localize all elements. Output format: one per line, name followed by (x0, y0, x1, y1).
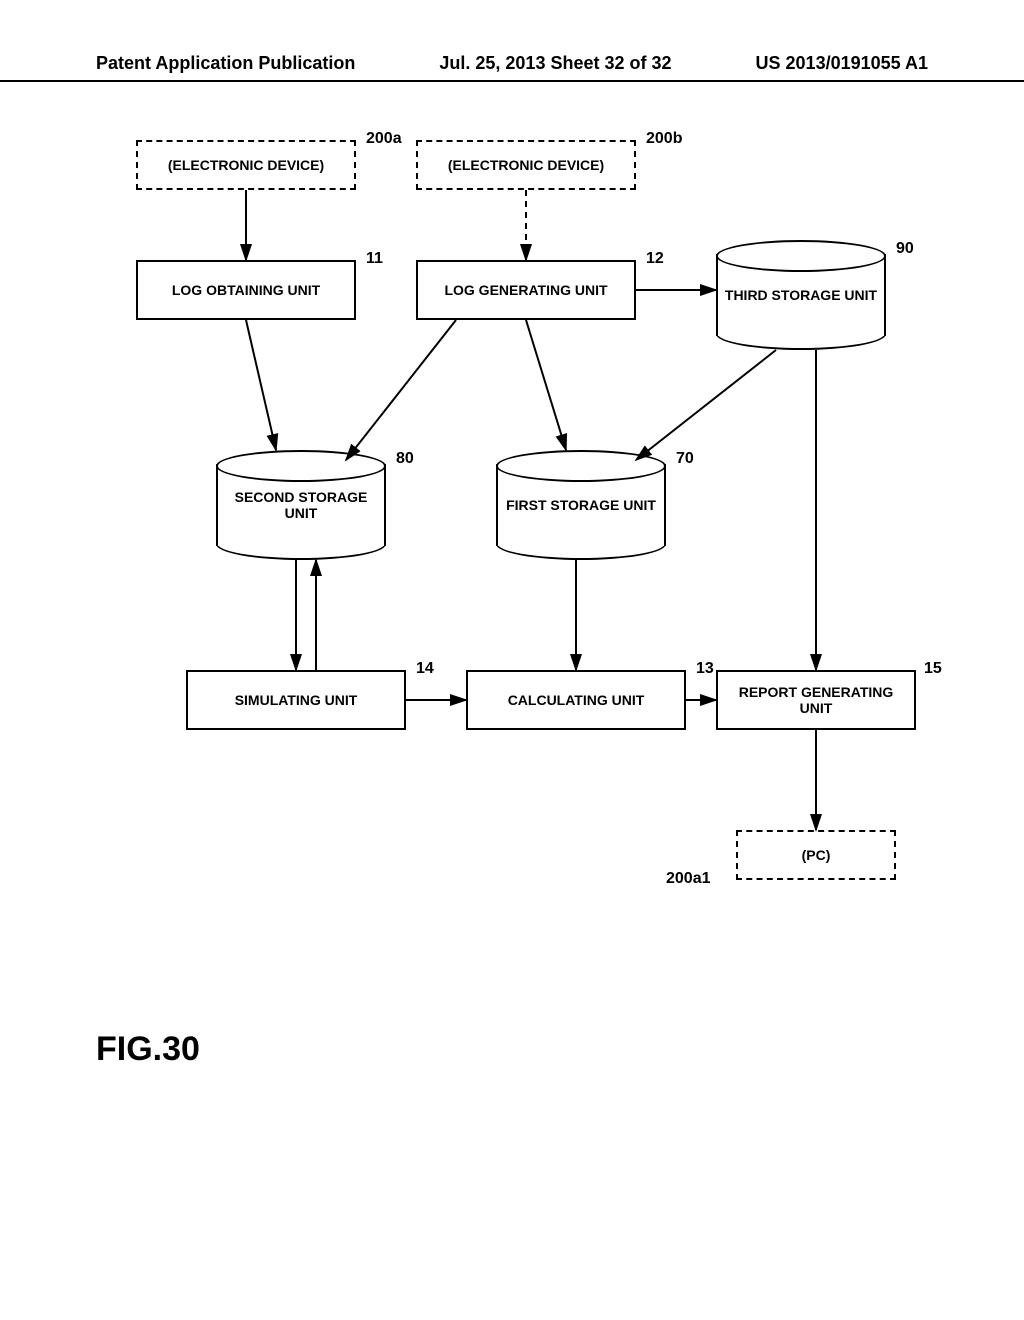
simulating-unit-label: SIMULATING UNIT (235, 692, 358, 708)
third-storage-unit-label: THIRD STORAGE UNIT (725, 287, 877, 303)
simulating-unit: SIMULATING UNIT (186, 670, 406, 730)
pc-label: (PC) (802, 847, 831, 863)
ref-200b: 200b (646, 130, 682, 148)
electronic-device-b-label: (ELECTRONIC DEVICE) (448, 157, 604, 173)
report-generating-unit: REPORT GENERATING UNIT (716, 670, 916, 730)
second-storage-unit-label: SECOND STORAGE UNIT (218, 489, 384, 521)
header-right: US 2013/0191055 A1 (756, 53, 928, 74)
third-storage-unit: THIRD STORAGE UNIT (716, 240, 886, 350)
ref-80: 80 (396, 450, 414, 468)
figure-label: FIG.30 (96, 1030, 200, 1069)
electronic-device-a-label: (ELECTRONIC DEVICE) (168, 157, 324, 173)
ref-14: 14 (416, 660, 434, 678)
log-generating-unit-label: LOG GENERATING UNIT (444, 282, 607, 298)
first-storage-unit-label: FIRST STORAGE UNIT (506, 497, 656, 513)
ref-90: 90 (896, 240, 914, 258)
log-generating-unit: LOG GENERATING UNIT (416, 260, 636, 320)
electronic-device-b: (ELECTRONIC DEVICE) (416, 140, 636, 190)
calculating-unit: CALCULATING UNIT (466, 670, 686, 730)
log-obtaining-unit-label: LOG OBTAINING UNIT (172, 282, 320, 298)
ref-200a1: 200a1 (666, 870, 711, 888)
ref-15: 15 (924, 660, 942, 678)
ref-70: 70 (676, 450, 694, 468)
header-center: Jul. 25, 2013 Sheet 32 of 32 (439, 53, 671, 74)
electronic-device-a: (ELECTRONIC DEVICE) (136, 140, 356, 190)
ref-12: 12 (646, 250, 664, 268)
ref-200a: 200a (366, 130, 402, 148)
page: Patent Application Publication Jul. 25, … (0, 0, 1024, 1320)
ref-13: 13 (696, 660, 714, 678)
first-storage-unit: FIRST STORAGE UNIT (496, 450, 666, 560)
ref-11: 11 (366, 250, 383, 268)
calculating-unit-label: CALCULATING UNIT (508, 692, 645, 708)
page-header: Patent Application Publication Jul. 25, … (0, 48, 1024, 82)
diagram: (ELECTRONIC DEVICE) 200a (ELECTRONIC DEV… (96, 130, 928, 1210)
pc: (PC) (736, 830, 896, 880)
second-storage-unit: SECOND STORAGE UNIT (216, 450, 386, 560)
log-obtaining-unit: LOG OBTAINING UNIT (136, 260, 356, 320)
report-generating-unit-label: REPORT GENERATING UNIT (722, 684, 910, 716)
header-left: Patent Application Publication (96, 53, 355, 74)
